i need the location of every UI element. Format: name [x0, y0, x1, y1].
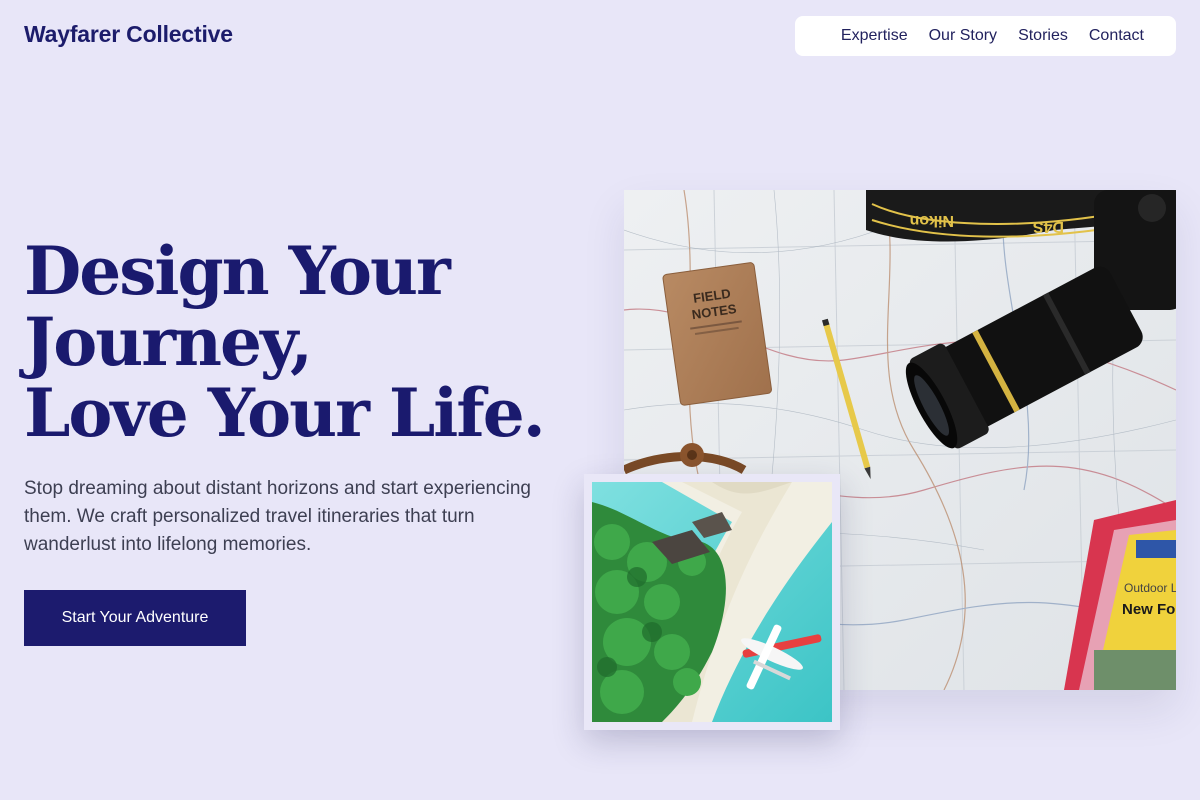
strap-model-text: D4S: [1033, 218, 1064, 235]
hero-subtext: Stop dreaming about distant horizons and…: [24, 478, 531, 555]
headline-line-2: Journey,: [24, 303, 313, 381]
nav-item-our-story[interactable]: Our Story: [929, 27, 997, 45]
headline-line-1: Design Your: [24, 232, 451, 310]
brand-logo-text[interactable]: Wayfarer Collective: [24, 21, 233, 48]
nav-item-contact[interactable]: Contact: [1089, 27, 1144, 45]
hero-inset-image: [584, 474, 840, 730]
start-adventure-button[interactable]: Start Your Adventure: [24, 590, 246, 646]
hero-headline: Design Your Journey, Love Your Life.: [24, 236, 584, 449]
guide-subtitle: Outdoor L: [1124, 581, 1176, 595]
nav-item-expertise[interactable]: Expertise: [841, 27, 908, 45]
nav-item-stories[interactable]: Stories: [1018, 27, 1068, 45]
notebook-icon: FIELD NOTES: [662, 262, 772, 406]
headline-line-3: Love Your Life.: [24, 374, 546, 452]
main-nav: Expertise Our Story Stories Contact: [795, 16, 1176, 56]
island-seaplane-illustration: [592, 482, 832, 722]
strap-brand-text: Nikon: [910, 212, 954, 229]
guide-title: New Fo: [1122, 601, 1175, 618]
